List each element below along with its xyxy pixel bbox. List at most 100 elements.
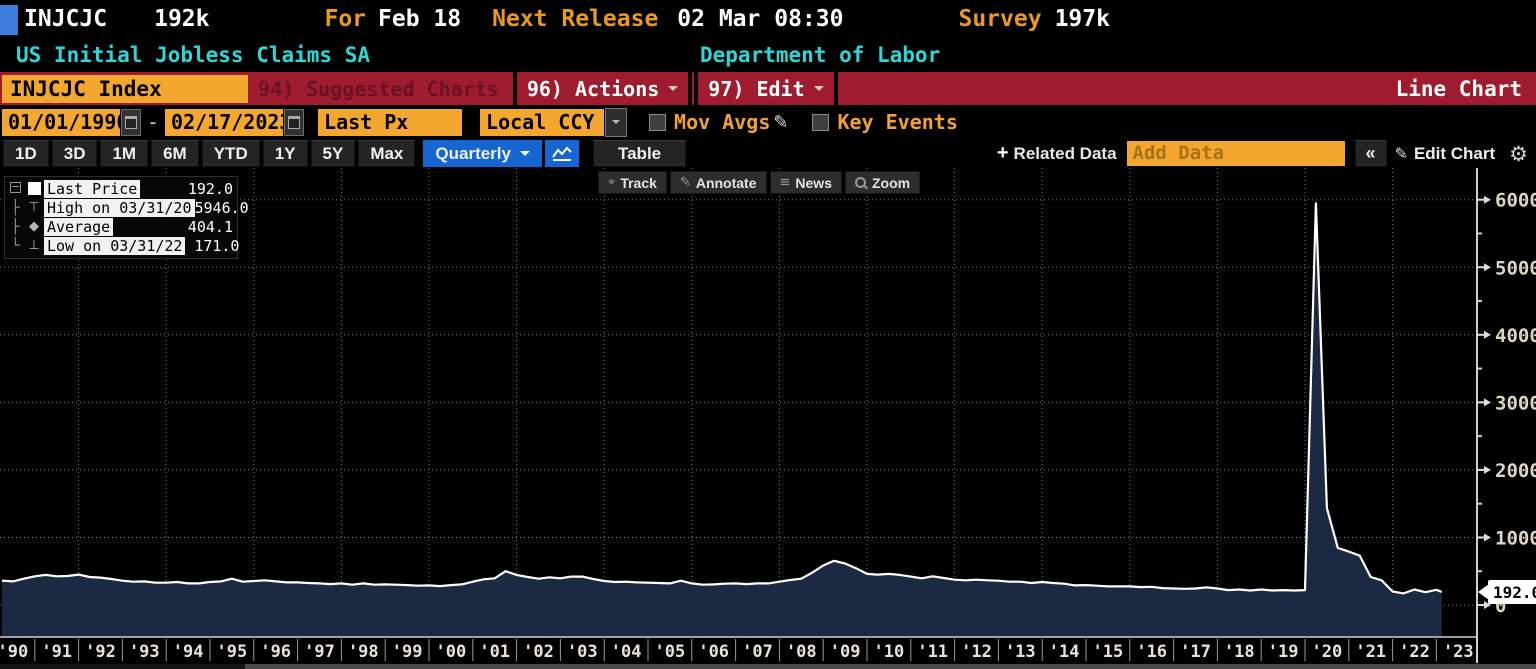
key-events-label: Key Events — [837, 110, 957, 134]
svg-text:3000: 3000 — [1495, 392, 1536, 414]
legend-value: 404.1 — [179, 218, 233, 236]
panel-indicator — [0, 5, 18, 35]
edit-chart-label: Edit Chart — [1414, 144, 1495, 164]
swatch-icon — [24, 182, 44, 195]
chart-tools: ⌖Track✎Annotate≡NewsZoom — [598, 171, 920, 194]
currency-select[interactable]: Local CCY — [480, 109, 604, 136]
frequency-label: Quarterly — [435, 144, 511, 164]
collapse-box-icon[interactable] — [10, 182, 21, 193]
mov-avgs-checkbox[interactable] — [649, 114, 666, 131]
edit-chart-button[interactable]: ✎ Edit Chart — [1395, 144, 1496, 164]
svg-text:'22: '22 — [1399, 642, 1430, 662]
period-tab-6m[interactable]: 6M — [151, 140, 199, 167]
mov-avgs-label: Mov Avgs — [674, 110, 770, 134]
period-tabs: 1D3D1M6MYTD1Y5YMax — [0, 140, 415, 167]
svg-text:5000: 5000 — [1495, 257, 1536, 279]
survey-value: 197k — [1055, 6, 1110, 32]
svg-text:'05: '05 — [655, 642, 686, 662]
svg-text:'17: '17 — [1180, 642, 1211, 662]
svg-text:'11: '11 — [917, 642, 948, 662]
svg-text:'12: '12 — [961, 642, 992, 662]
related-data-label: Related Data — [1014, 144, 1117, 164]
svg-text:'07: '07 — [742, 642, 773, 662]
date-to-input[interactable]: 02/17/2023 — [165, 109, 283, 136]
period-tab-ytd[interactable]: YTD — [202, 140, 260, 167]
svg-text:'08: '08 — [786, 642, 817, 662]
svg-text:'93: '93 — [129, 642, 160, 662]
legend-value: 171.0 — [185, 237, 239, 255]
caret-down-icon — [520, 151, 530, 161]
frequency-select[interactable]: Quarterly — [423, 140, 542, 167]
tree-branch: └ — [7, 238, 24, 254]
date-separator: - — [147, 110, 159, 134]
collapse-tree-icon[interactable] — [7, 181, 24, 197]
svg-text:2000: 2000 — [1495, 460, 1536, 482]
track-label: Track — [620, 175, 657, 191]
legend-row: ├◆Average404.1 — [7, 217, 233, 236]
period-tab-1y[interactable]: 1Y — [263, 140, 308, 167]
date-from-input[interactable]: 01/01/1990 — [2, 109, 120, 136]
table-button[interactable]: Table — [593, 140, 686, 167]
related-data-button[interactable]: + Related Data — [997, 142, 1117, 165]
chart-legend: Last Price192.0├⊤High on 03/31/205946.0├… — [4, 176, 238, 259]
low-icon: ⊥ — [24, 238, 44, 253]
annotate-tool-button[interactable]: ✎Annotate — [670, 171, 767, 194]
svg-text:'06: '06 — [698, 642, 729, 662]
period-tab-max[interactable]: Max — [358, 140, 415, 167]
svg-text:'19: '19 — [1268, 642, 1299, 662]
zoom-tool-button[interactable]: Zoom — [845, 171, 920, 194]
red-ribbon: INJCJC Index 94) Suggested Charts 96) Ac… — [0, 72, 1536, 105]
gear-icon[interactable]: ⚙ — [1509, 142, 1528, 166]
legend-label: Last Price — [44, 180, 140, 198]
price-field-input[interactable]: Last Px — [318, 109, 462, 136]
period-tab-5y[interactable]: 5Y — [311, 140, 356, 167]
pencil-icon: ✎ — [1395, 144, 1408, 163]
svg-text:'20: '20 — [1312, 642, 1343, 662]
period-tab-1d[interactable]: 1D — [3, 140, 49, 167]
bloomberg-terminal-window: INJCJC 192k For Feb 18 Next Release 02 M… — [0, 0, 1536, 669]
svg-text:'91: '91 — [41, 642, 72, 662]
series-swatch — [28, 182, 41, 195]
period-tab-3d[interactable]: 3D — [52, 140, 98, 167]
suggested-charts-button[interactable]: 94) Suggested Charts — [258, 77, 499, 101]
add-data-input[interactable]: Add Data — [1127, 141, 1345, 166]
svg-text:'98: '98 — [348, 642, 379, 662]
line-chart-icon — [551, 146, 573, 162]
data-source: Department of Labor — [700, 43, 940, 67]
calendar-icon[interactable] — [284, 109, 304, 136]
ticker-last-value: 192k — [154, 6, 209, 32]
track-tool-button[interactable]: ⌖Track — [598, 171, 667, 194]
svg-text:'14: '14 — [1049, 642, 1080, 662]
edit-menu-button[interactable]: 97) Edit — [694, 72, 837, 105]
caret-down-icon — [814, 86, 824, 96]
news-tool-button[interactable]: ≡News — [770, 171, 842, 194]
svg-text:'18: '18 — [1224, 642, 1255, 662]
legend-row: └⊥Low on 03/31/22171.0 — [7, 236, 233, 255]
annotate-label: Annotate — [696, 175, 757, 191]
chart-area[interactable]: 0100020003000400050006000'90'91'92'93'94… — [0, 168, 1536, 669]
svg-text:192.0: 192.0 — [1493, 583, 1536, 602]
news-icon: ≡ — [780, 175, 791, 190]
calendar-glyph — [288, 116, 300, 129]
period-tab-1m[interactable]: 1M — [100, 140, 148, 167]
svg-text:'10: '10 — [874, 642, 905, 662]
pencil-icon[interactable]: ✎ — [773, 112, 788, 133]
svg-text:4000: 4000 — [1495, 325, 1536, 347]
legend-label: Low on 03/31/22 — [44, 237, 185, 255]
key-events-checkbox[interactable] — [812, 114, 829, 131]
svg-text:'04: '04 — [611, 642, 642, 662]
line-chart-icon-button[interactable] — [545, 140, 579, 167]
svg-text:'94: '94 — [173, 642, 204, 662]
plus-icon: + — [997, 142, 1009, 165]
svg-text:'09: '09 — [830, 642, 861, 662]
svg-text:'96: '96 — [260, 642, 291, 662]
legend-row: Last Price192.0 — [7, 179, 233, 198]
collapse-panel-button[interactable]: « — [1355, 140, 1387, 167]
security-field[interactable]: INJCJC Index — [2, 75, 248, 103]
caret-down-icon — [612, 120, 620, 128]
legend-label: Average — [44, 218, 113, 236]
next-release-label: Next Release — [492, 6, 658, 32]
calendar-icon[interactable] — [121, 109, 141, 136]
currency-dropdown-button[interactable] — [605, 108, 627, 137]
actions-menu-button[interactable]: 96) Actions — [513, 72, 692, 105]
